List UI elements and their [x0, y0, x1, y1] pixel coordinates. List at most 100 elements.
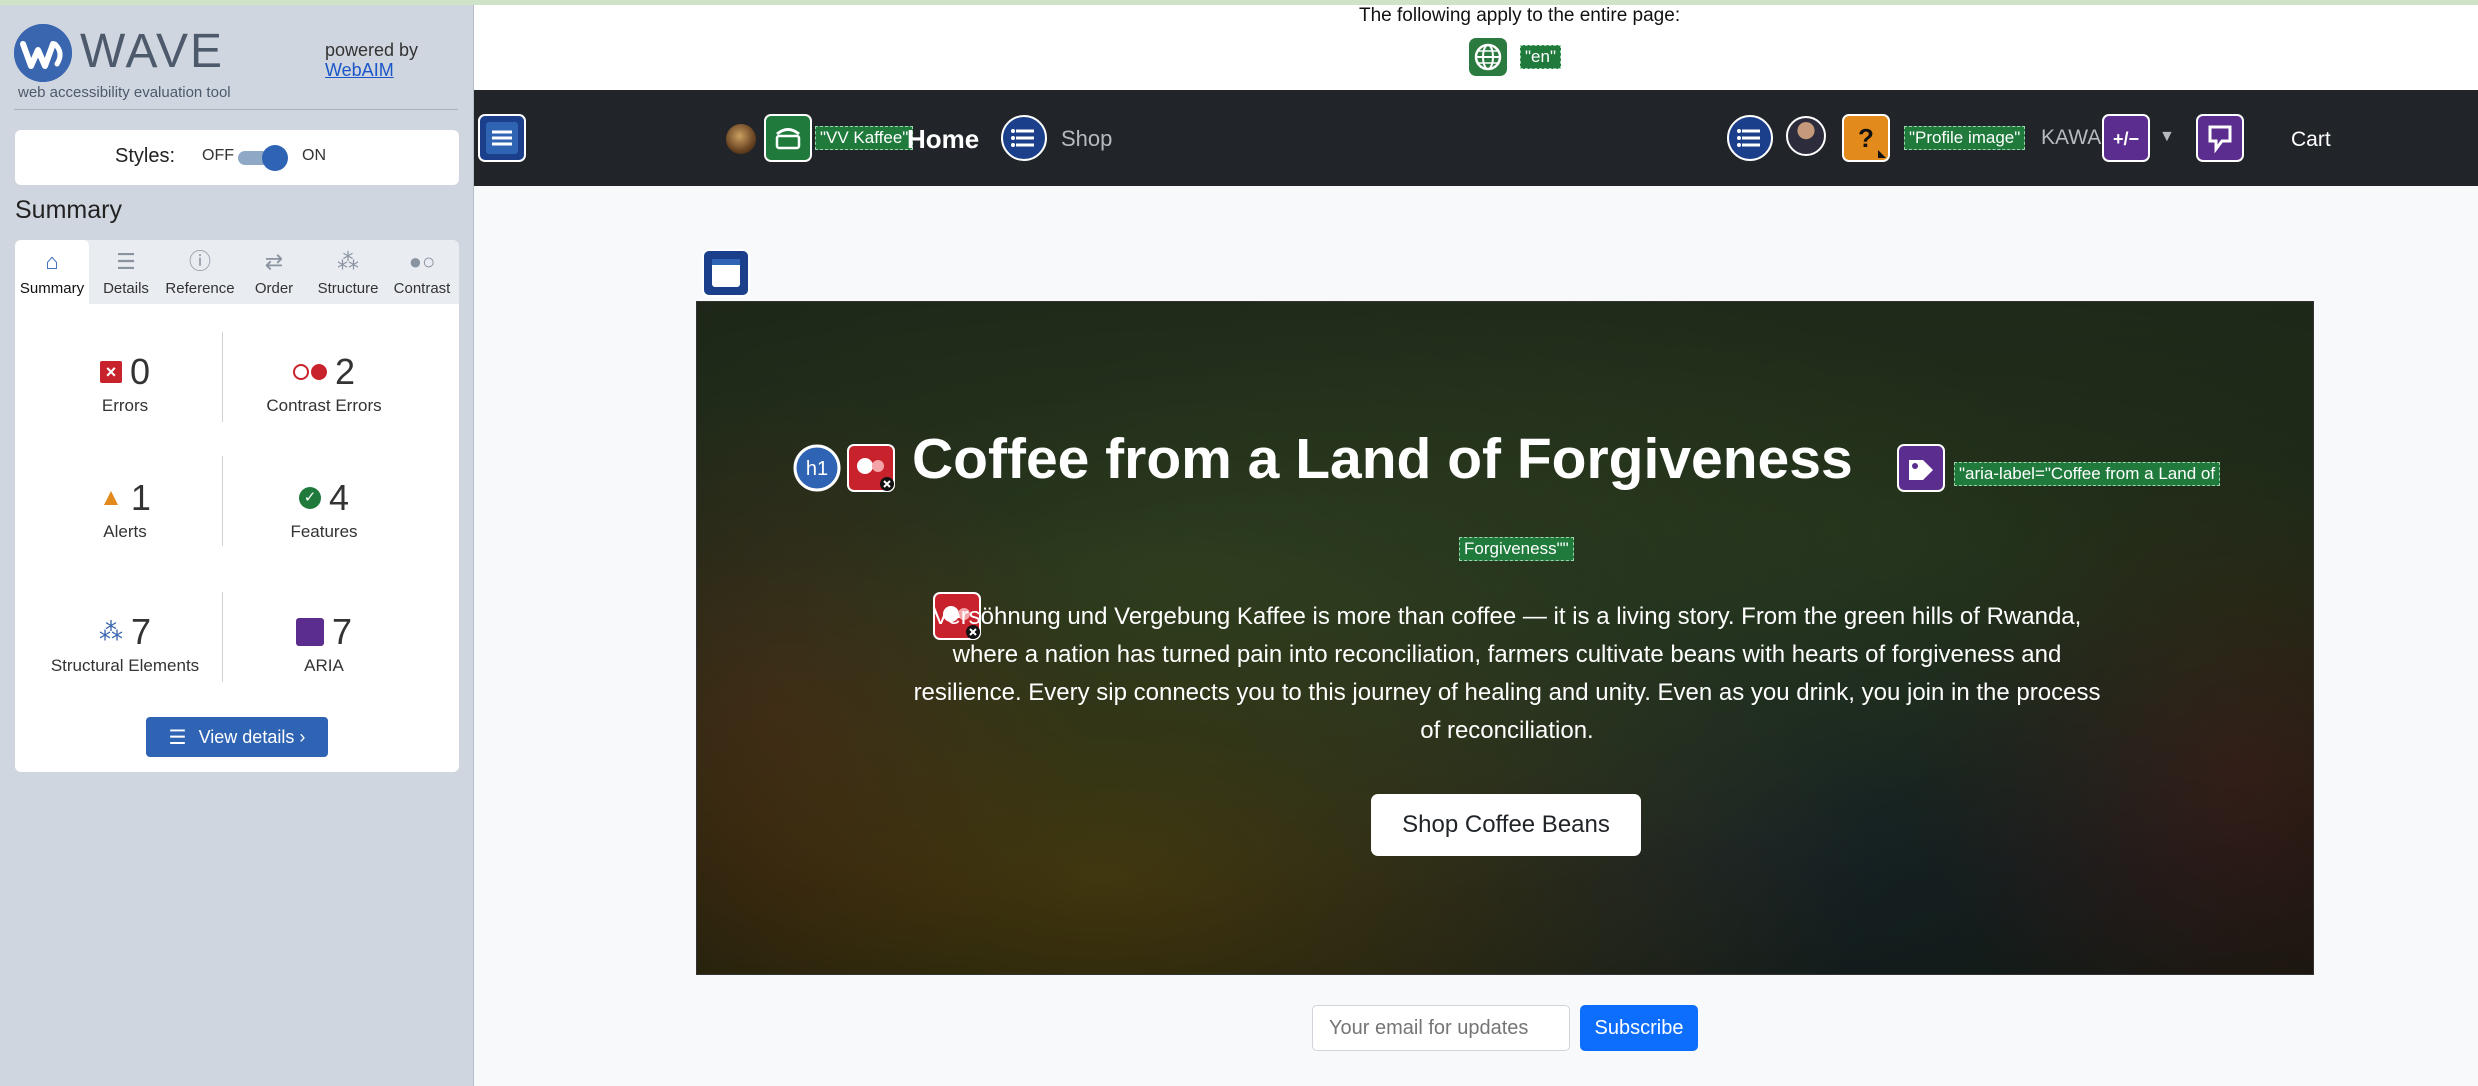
structural-count: 7: [130, 611, 152, 652]
structure-icon: ⁂: [98, 618, 123, 646]
nav-home-link[interactable]: Home: [907, 124, 979, 155]
list-icon[interactable]: [1726, 114, 1774, 162]
error-icon: ×: [99, 361, 122, 383]
hero-paragraph: Versöhnung und Vergebung Kaffee is more …: [913, 603, 2101, 744]
svg-text:+/−: +/−: [2113, 129, 2139, 149]
structure-icon: ⁂: [337, 249, 359, 274]
tab-summary[interactable]: ⌂ Summary: [15, 240, 89, 304]
powered-by: powered by WebAIM: [325, 40, 418, 80]
h1-icon[interactable]: h1: [793, 444, 841, 492]
info-icon: ⓘ: [188, 249, 211, 274]
tab-structure[interactable]: ⁂ Structure: [311, 240, 385, 304]
errors-count: 0: [129, 351, 151, 392]
section-landmark-icon[interactable]: [702, 249, 750, 297]
toggle-knob: [262, 145, 288, 171]
nav-shop-link[interactable]: Shop: [1061, 126, 1112, 152]
hero-section: h1 Coffee from a Land of Forgiveness "ar…: [696, 301, 2314, 975]
nav-cart-link[interactable]: Cart: [2291, 128, 2331, 152]
newsletter-email-input[interactable]: [1312, 1005, 1570, 1051]
list-icon[interactable]: [1000, 114, 1048, 162]
tab-structure-label: Structure: [317, 280, 379, 297]
stat-features[interactable]: ✓ 4 Features: [224, 476, 424, 542]
list-icon: ☰: [116, 249, 136, 274]
alerts-label: Alerts: [103, 522, 147, 541]
stat-structural[interactable]: ⁂ 7 Structural Elements: [25, 610, 225, 676]
features-count: 4: [328, 477, 350, 518]
stat-alerts[interactable]: ▲ 1 Alerts: [25, 476, 225, 542]
contrast-errors-count: 2: [334, 351, 356, 392]
brand-alt-tag: "VV Kaffee": [815, 126, 914, 150]
contrast-icon: ●○: [408, 249, 436, 274]
tab-summary-label: Summary: [19, 280, 85, 297]
aria-label-icon[interactable]: [1897, 444, 1945, 492]
site-navbar: "VV Kaffee" Home Shop ? "Profile image" …: [474, 90, 2478, 186]
webaim-link[interactable]: WebAIM: [325, 60, 418, 80]
alerts-count: 1: [130, 477, 151, 518]
summary-panel: × 0 Errors 2 Contrast Errors ▲ 1 Alerts ✓ 4…: [15, 304, 459, 772]
aria-count: 7: [331, 611, 353, 652]
page-wide-annotations: The following apply to the entire page: …: [474, 0, 2478, 90]
evaluated-page: The following apply to the entire page: …: [474, 0, 2478, 1086]
view-details-label: View details ›: [198, 726, 306, 747]
tab-order-label: Order: [254, 280, 294, 297]
view-details-button[interactable]: ☰ View details ›: [146, 717, 328, 757]
linked-image-icon[interactable]: [764, 114, 812, 162]
contrast-error-icon: [292, 364, 327, 380]
features-label: Features: [290, 522, 358, 541]
home-icon: ⌂: [45, 249, 59, 274]
profile-avatar[interactable]: [1786, 116, 1826, 156]
aria-popup-icon[interactable]: [2196, 114, 2244, 162]
alert-icon: ▲: [99, 484, 123, 511]
aria-icon: [295, 618, 324, 646]
errors-label: Errors: [101, 396, 149, 415]
structural-label: Structural Elements: [50, 656, 200, 675]
brand-logo[interactable]: [726, 124, 756, 154]
styles-toggle-switch[interactable]: [238, 145, 290, 171]
subscribe-button[interactable]: Subscribe: [1580, 1005, 1698, 1051]
stat-contrast-errors[interactable]: 2 Contrast Errors: [224, 350, 424, 416]
feature-icon: ✓: [298, 487, 321, 509]
profile-alt-tag: "Profile image": [1904, 126, 2026, 150]
aria-label: ARIA: [304, 656, 344, 675]
wave-wordmark: WAVE: [80, 25, 225, 78]
aria-expanded-icon[interactable]: +/−: [2102, 114, 2150, 162]
wave-sidebar: WAVE web accessibility evaluation tool p…: [0, 0, 474, 1086]
order-icon: ⇄: [264, 249, 284, 274]
chevron-down-icon[interactable]: ▼: [2159, 128, 2175, 146]
tab-details-label: Details: [103, 280, 149, 297]
styles-toggle-box: Styles: OFF ON: [15, 130, 459, 185]
list-icon: ☰: [168, 726, 187, 749]
tab-reference[interactable]: ⓘ Reference: [163, 240, 237, 304]
tab-reference-label: Reference: [165, 280, 235, 297]
svg-text:?: ?: [1858, 123, 1874, 153]
wave-tagline: web accessibility evaluation tool: [18, 84, 231, 101]
divider: [14, 109, 458, 110]
lang-tag: "en": [1520, 45, 1561, 69]
nav-kawa-dropdown[interactable]: KAWA: [2041, 126, 2101, 150]
tab-contrast[interactable]: ●○ Contrast: [385, 240, 459, 304]
language-globe-icon[interactable]: [1469, 38, 1507, 76]
tab-contrast-label: Contrast: [393, 280, 451, 297]
styles-off-label: OFF: [202, 147, 234, 164]
contrast-error-icon[interactable]: [847, 444, 895, 492]
top-border: [0, 0, 474, 5]
styles-on-label: ON: [302, 147, 326, 164]
powered-by-label: powered by: [325, 40, 419, 60]
tab-details[interactable]: ☰ Details: [89, 240, 163, 304]
structure-list-icon[interactable]: [478, 114, 526, 162]
aria-label-tag-continued: Forgiveness"": [1459, 537, 1574, 561]
hero-heading: Coffee from a Land of Forgiveness: [912, 427, 1853, 491]
alert-question-icon[interactable]: ?: [1842, 114, 1890, 162]
wave-logo-icon: [14, 24, 72, 82]
wave-tabbar: ⌂ Summary ☰ Details ⓘ Reference ⇄ Order …: [15, 240, 459, 304]
styles-label: Styles:: [115, 145, 176, 167]
aria-label-tag: "aria-label="Coffee from a Land of: [1954, 462, 2221, 486]
contrast-errors-label: Contrast Errors: [266, 396, 382, 415]
tab-order[interactable]: ⇄ Order: [237, 240, 311, 304]
stat-errors[interactable]: × 0 Errors: [25, 350, 225, 416]
page-apply-text: The following apply to the entire page:: [1359, 5, 1681, 26]
stat-aria[interactable]: 7 ARIA: [224, 610, 424, 676]
summary-heading: Summary: [15, 196, 122, 224]
shop-coffee-beans-button[interactable]: Shop Coffee Beans: [1371, 794, 1641, 856]
h1-badge-label: h1: [806, 458, 828, 480]
